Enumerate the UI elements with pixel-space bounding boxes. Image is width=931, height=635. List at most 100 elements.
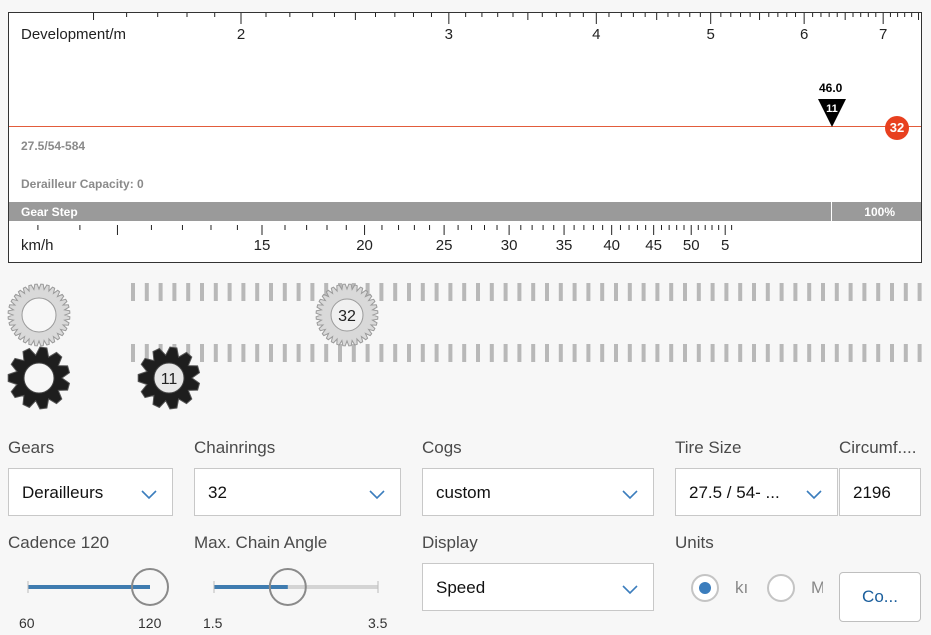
track-slot [572, 283, 577, 301]
track-slot [848, 283, 853, 301]
speed-tick-label: 40 [603, 237, 620, 254]
track-slot [517, 344, 522, 362]
track-slot [420, 283, 425, 301]
track-slot [683, 344, 687, 362]
track-slot [407, 283, 411, 301]
config-button[interactable]: Co... [839, 572, 921, 622]
chain-angle-max: 3.5 [368, 615, 388, 631]
circumference-label: Circumf.... [839, 438, 917, 457]
track-slot [765, 283, 770, 301]
speed-tick-label: 45 [645, 237, 662, 254]
track-slot [476, 283, 480, 301]
track-slot [269, 344, 273, 362]
display-select[interactable]: Speed [422, 563, 654, 611]
gear-step-label: Gear Step [21, 205, 78, 219]
setup-text: 27.5/54-584 [21, 139, 86, 153]
track-slot [876, 283, 881, 301]
track-slot [241, 344, 246, 362]
track-slot [738, 344, 743, 362]
track-slot [434, 283, 439, 301]
chainring-selected-icon[interactable]: 32 [314, 282, 380, 348]
track-slot [379, 344, 384, 362]
chain-angle-min: 1.5 [203, 615, 223, 631]
track-slot [862, 283, 867, 301]
track-slot [641, 283, 646, 301]
track-slot [655, 344, 660, 362]
track-slot [614, 344, 618, 362]
speed-tick-label: 30 [500, 237, 518, 254]
chainring-badge[interactable]: 32 [885, 116, 909, 140]
units-miles-radio[interactable] [767, 574, 795, 602]
track-slot [752, 344, 756, 362]
track-slot [558, 283, 563, 301]
cog-icon [7, 346, 71, 410]
chain-angle-slider[interactable] [204, 566, 404, 610]
track-slot [213, 283, 218, 301]
units-km-radio[interactable] [691, 574, 719, 602]
track-slot [144, 283, 149, 301]
chainrings-label: Chainrings [194, 438, 276, 457]
track-slot [738, 283, 743, 301]
track-slot [903, 283, 908, 301]
marker-cog-label: 11 [826, 103, 838, 115]
cog-selected-icon[interactable]: 11 [136, 345, 202, 411]
development-tick-label: 5 [706, 26, 715, 43]
track-slot [158, 283, 163, 301]
track-slot [600, 344, 605, 362]
track-slot [503, 344, 508, 362]
track-slot [489, 344, 494, 362]
tire-size-value: 27.5 / 54- ... [689, 483, 780, 502]
track-slot [255, 283, 260, 301]
circumference-input[interactable]: 2196 [839, 468, 921, 516]
units-miles-label: M [811, 578, 823, 597]
track-slot [779, 344, 784, 362]
speed-tick-label: 20 [356, 237, 373, 254]
speed-tick-label: 35 [555, 237, 573, 254]
speed-axis-ticks [37, 225, 733, 235]
track-slot [655, 283, 660, 301]
track-slot [131, 344, 135, 362]
track-slot [503, 283, 508, 301]
track-slot [627, 283, 632, 301]
track-slot [227, 283, 232, 301]
development-tick-label: 3 [444, 26, 453, 43]
speed-tick-label: 5 [721, 237, 730, 254]
track-slot [807, 283, 812, 301]
track-slot [710, 344, 715, 362]
track-slot [752, 283, 756, 301]
chainrings-select[interactable]: 32 [194, 468, 401, 516]
track-slot [834, 283, 839, 301]
cogs-select[interactable]: custom [422, 468, 654, 516]
track-slot [903, 344, 908, 362]
track-slot [255, 344, 260, 362]
track-slot [890, 283, 894, 301]
development-tick-label: 4 [592, 26, 601, 43]
speed-axis-label: km/h [21, 237, 54, 254]
track-slot [586, 344, 591, 362]
development-tick-label: 7 [878, 26, 888, 43]
track-slot [779, 283, 784, 301]
track-slot [558, 344, 563, 362]
track-slot [834, 344, 839, 362]
cadence-max: 120 [138, 615, 162, 631]
display-value: Speed [436, 578, 486, 597]
track-slot [282, 283, 287, 301]
gear-line [9, 126, 921, 127]
track-slot [434, 344, 439, 362]
gear-step-divider [831, 202, 832, 221]
track-slot [614, 283, 618, 301]
chevron-down-icon [806, 490, 822, 500]
track-slot [641, 344, 646, 362]
track-slot [545, 283, 549, 301]
cogs-value: custom [436, 483, 491, 502]
gears-select[interactable]: Derailleurs [8, 468, 173, 516]
tire-size-label: Tire Size [675, 438, 742, 457]
track-slot [683, 283, 687, 301]
cadence-slider[interactable] [20, 566, 190, 610]
track-slot [917, 283, 922, 301]
track-slot [131, 283, 135, 301]
development-tick-label: 2 [236, 26, 246, 43]
tire-size-select[interactable]: 27.5 / 54- ... [675, 468, 838, 516]
track-slot [572, 344, 577, 362]
gear-marker: 11 [818, 99, 846, 127]
